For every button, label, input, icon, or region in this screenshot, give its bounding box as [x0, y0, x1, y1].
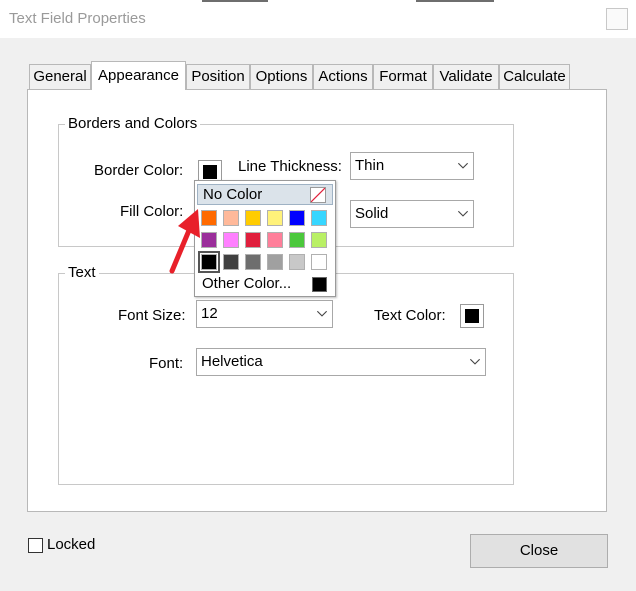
border-color-swatch	[203, 165, 217, 179]
text-color-label: Text Color:	[374, 307, 446, 324]
tab-label: Calculate	[503, 68, 566, 85]
top-edge-mark	[202, 0, 268, 2]
no-color-icon	[310, 187, 326, 203]
window-close-button[interactable]	[606, 8, 628, 30]
locked-label: Locked	[47, 536, 96, 553]
font-size-select[interactable]: 12	[196, 300, 333, 328]
tab-panel-appearance: Borders and Colors Border Color: Fill Co…	[27, 89, 607, 512]
text-group: Text Font Size: 12 Text Color: Font: Hel…	[58, 264, 514, 485]
tab-calculate[interactable]: Calculate	[499, 64, 570, 89]
color-swatch[interactable]	[267, 210, 283, 226]
select-value: Helvetica	[201, 353, 263, 370]
line-thickness-label: Line Thickness:	[238, 158, 342, 175]
close-button[interactable]: Close	[470, 534, 608, 568]
color-swatch[interactable]	[223, 254, 239, 270]
tab-format[interactable]: Format	[373, 64, 433, 89]
color-swatch[interactable]	[223, 210, 239, 226]
other-color-option[interactable]: Other Color...	[202, 275, 291, 292]
dialog-window: Text Field Properties General Appearance…	[0, 0, 636, 591]
title-bar: Text Field Properties	[0, 0, 636, 38]
color-swatch[interactable]	[245, 210, 261, 226]
color-picker-popup: No Color Other Color...	[194, 180, 336, 297]
font-label: Font:	[149, 355, 184, 372]
select-value: 12	[201, 305, 218, 322]
other-color-swatch[interactable]	[312, 277, 327, 292]
tab-label: Format	[379, 68, 427, 85]
color-swatch[interactable]	[245, 254, 261, 270]
color-swatch[interactable]	[267, 232, 283, 248]
tab-label: Options	[255, 68, 308, 85]
tab-validate[interactable]: Validate	[433, 64, 499, 89]
border-color-label: Border Color:	[94, 162, 184, 179]
no-color-label: No Color	[203, 186, 263, 203]
chevron-down-icon	[457, 162, 469, 169]
tab-general[interactable]: General	[29, 64, 91, 89]
chevron-down-icon	[316, 310, 328, 317]
tab-label: Validate	[439, 68, 493, 85]
group-legend: Borders and Colors	[65, 115, 201, 132]
chevron-down-icon	[457, 210, 469, 217]
tab-position[interactable]: Position	[186, 64, 250, 89]
group-legend: Text	[65, 264, 99, 281]
color-swatch[interactable]	[289, 254, 305, 270]
locked-checkbox[interactable]	[28, 538, 43, 553]
font-select[interactable]: Helvetica	[196, 348, 486, 376]
select-value: Solid	[355, 205, 389, 222]
window-title: Text Field Properties	[9, 10, 146, 27]
top-edge-mark	[416, 0, 494, 2]
tab-label: General	[33, 68, 87, 85]
tab-label: Appearance	[98, 67, 179, 84]
color-swatch[interactable]	[289, 232, 305, 248]
tab-appearance[interactable]: Appearance	[91, 61, 186, 90]
line-style-select[interactable]: Solid	[350, 200, 474, 228]
color-swatch[interactable]	[311, 254, 327, 270]
no-color-option[interactable]: No Color	[197, 184, 333, 205]
tab-label: Position	[191, 68, 245, 85]
color-swatch[interactable]	[311, 232, 327, 248]
color-swatch[interactable]	[267, 254, 283, 270]
chevron-down-icon	[469, 358, 481, 365]
tab-label: Actions	[318, 68, 368, 85]
text-color-swatch	[465, 309, 479, 323]
line-thickness-select[interactable]: Thin	[350, 152, 474, 180]
select-value: Thin	[355, 157, 385, 174]
annotation-arrow-icon	[169, 209, 200, 274]
font-size-label: Font Size:	[118, 307, 186, 324]
close-button-label: Close	[519, 542, 559, 559]
color-swatch[interactable]	[245, 232, 261, 248]
text-color-button[interactable]	[460, 304, 484, 328]
color-swatch[interactable]	[289, 210, 305, 226]
color-swatch[interactable]	[223, 232, 239, 248]
tab-options[interactable]: Options	[250, 64, 313, 89]
color-swatch[interactable]	[311, 210, 327, 226]
tab-actions[interactable]: Actions	[313, 64, 373, 89]
